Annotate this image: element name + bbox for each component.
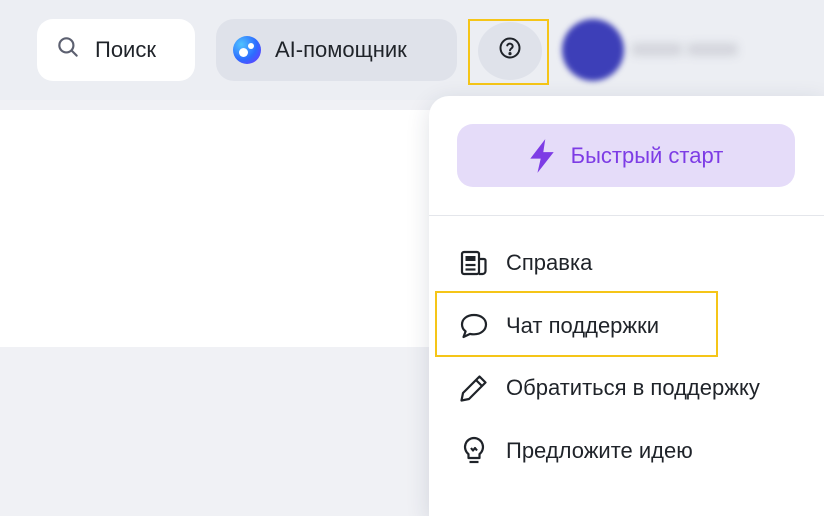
docs-icon [459, 248, 489, 278]
menu-item-label: Чат поддержки [506, 313, 660, 338]
help-menu: Быстрый старт Справка Чат поддержки Обра… [429, 96, 824, 516]
search-button-label: Поиск [95, 37, 156, 62]
content-panel [0, 110, 440, 347]
ai-assistant-label: AI-помощник [275, 37, 407, 62]
quick-start-label: Быстрый старт [570, 142, 724, 168]
menu-item-help-docs[interactable]: Справка [459, 243, 592, 283]
search-icon [55, 34, 81, 66]
quick-start-button[interactable]: Быстрый старт [457, 124, 795, 187]
user-name[interactable]: xxxxx xxxxx [632, 38, 767, 62]
avatar[interactable] [562, 19, 624, 81]
help-button[interactable] [478, 22, 542, 80]
ai-assistant-logo [233, 36, 261, 64]
menu-item-suggest-idea[interactable]: Предложите идею [459, 431, 693, 471]
menu-item-label: Обратиться в поддержку [506, 375, 760, 400]
help-circle-icon [498, 36, 522, 66]
menu-item-contact-support[interactable]: Обратиться в поддержку [459, 368, 760, 408]
lightning-icon [529, 138, 554, 173]
chat-bubble-icon [459, 311, 489, 341]
menu-item-support-chat[interactable]: Чат поддержки [459, 306, 659, 346]
search-button[interactable]: Поиск [37, 19, 195, 81]
menu-divider [429, 215, 824, 216]
lightbulb-icon [459, 436, 489, 466]
menu-item-label: Справка [506, 250, 593, 275]
menu-item-label: Предложите идею [506, 438, 693, 463]
ai-assistant-button[interactable]: AI-помощник [216, 19, 457, 81]
pencil-icon [459, 373, 489, 403]
